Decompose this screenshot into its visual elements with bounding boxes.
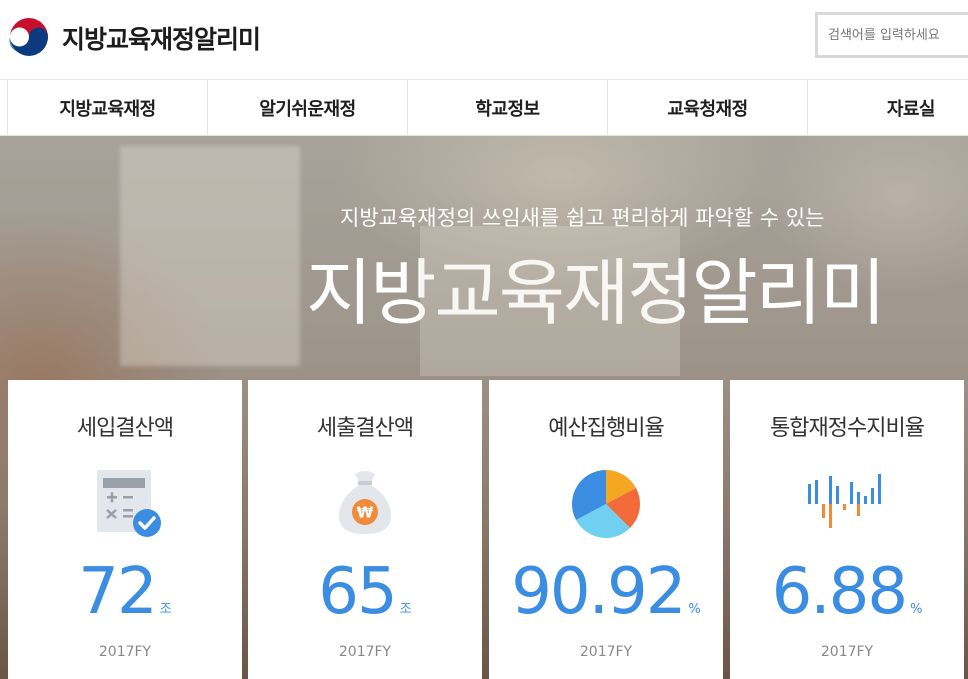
nav-item-school-info[interactable]: 학교정보	[407, 80, 607, 135]
card-number: 90.92	[511, 555, 686, 629]
card-fiscal-year: 2017FY	[98, 644, 152, 660]
card-title: 세출결산액	[316, 416, 414, 441]
calculator-check-icon	[97, 470, 161, 537]
card-number: 65	[318, 555, 397, 629]
nav-item-resources[interactable]: 자료실	[807, 80, 968, 135]
nav-item-easy-finance[interactable]: 알기쉬운재정	[207, 80, 407, 135]
card-fiscal-year: 2017FY	[579, 644, 633, 660]
stat-card-expenditure[interactable]: 세출결산액 ₩ 65 조 2017FY	[248, 380, 482, 679]
nav-item-local-education-finance[interactable]: 지방교육재정	[7, 80, 207, 135]
card-number: 6.88	[771, 555, 908, 629]
search-input[interactable]	[818, 15, 968, 55]
search-box	[815, 12, 968, 58]
site-header: 지방교육재정알리미	[0, 0, 968, 80]
card-title: 예산집행비율	[548, 416, 664, 441]
card-number: 72	[78, 555, 157, 629]
card-title: 통합재정수지비율	[770, 416, 925, 441]
taegeuk-logo-icon	[8, 17, 50, 59]
card-value: 90.92%	[489, 555, 723, 629]
card-value: 72 조	[8, 555, 242, 629]
card-value: 65 조	[248, 555, 482, 629]
money-bag-icon: ₩	[339, 471, 391, 534]
card-fiscal-year: 2017FY	[820, 644, 874, 660]
site-title: 지방교육재정알리미	[62, 25, 261, 54]
card-title: 세입결산액	[76, 416, 174, 441]
stat-card-budget-execution[interactable]: 예산집행비율 90.92% 2017FY	[489, 380, 723, 679]
card-unit: %	[688, 602, 701, 617]
hero-title: 지방교육재정알리미	[306, 251, 886, 335]
card-fiscal-year: 2017FY	[338, 644, 392, 660]
svg-text:₩: ₩	[357, 504, 374, 522]
main-nav: 지방교육재정 알기쉬운재정 학교정보 교육청재정 자료실	[0, 80, 968, 136]
nav-item-education-office-finance[interactable]: 교육청재정	[607, 80, 807, 135]
card-value: 6.88%	[730, 555, 964, 629]
stat-card-revenue[interactable]: 세입결산액 72 조 2017FY	[8, 380, 242, 679]
card-unit: %	[910, 602, 923, 617]
hero-subtitle: 지방교육재정의 쓰임새를 쉽고 편리하게 파악할 수 있는	[340, 206, 825, 230]
stat-card-fiscal-balance[interactable]: 통합재정수지비율 6.88% 2017FY	[730, 380, 964, 679]
pie-chart-icon	[572, 470, 640, 538]
bar-chart-icon	[808, 474, 881, 528]
card-unit: 조	[159, 602, 172, 617]
site-logo[interactable]: 지방교육재정알리미	[6, 15, 261, 61]
card-unit: 조	[399, 602, 412, 617]
